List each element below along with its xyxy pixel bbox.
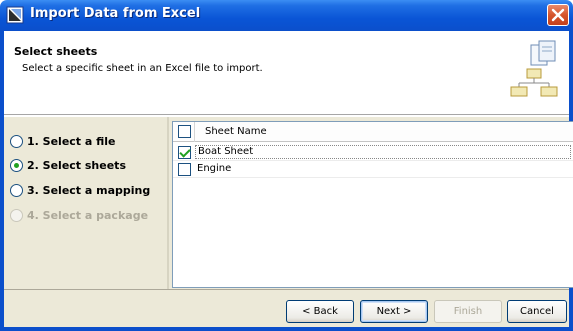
- step-label: 4. Select a package: [27, 209, 149, 222]
- title-bar[interactable]: Import Data from Excel: [0, 0, 573, 31]
- close-icon: [551, 8, 565, 22]
- step-select-mapping[interactable]: 3. Select a mapping: [10, 184, 150, 197]
- page-description: Select a specific sheet in an Excel file…: [22, 63, 263, 74]
- back-button[interactable]: < Back: [286, 300, 354, 323]
- step-select-sheets[interactable]: 2. Select sheets: [10, 159, 126, 172]
- finish-button[interactable]: Finish: [434, 300, 502, 323]
- next-button[interactable]: Next >: [360, 300, 428, 323]
- close-button[interactable]: [547, 4, 569, 26]
- sheet-name: Boat Sheet: [195, 145, 571, 159]
- step-select-file[interactable]: 1. Select a file: [10, 135, 116, 148]
- step-label: 1. Select a file: [27, 135, 116, 148]
- cancel-button[interactable]: Cancel: [507, 300, 567, 323]
- column-header-sheet-name[interactable]: Sheet Name: [205, 126, 267, 137]
- step-radio[interactable]: [10, 184, 23, 197]
- page-title: Select sheets: [14, 45, 98, 58]
- import-icon: [6, 6, 24, 24]
- row-checkbox[interactable]: [178, 163, 191, 176]
- row-checkbox[interactable]: [178, 146, 191, 159]
- sheet-name: Engine: [197, 163, 232, 174]
- table-row[interactable]: Boat Sheet: [173, 144, 573, 161]
- select-all-checkbox[interactable]: [178, 125, 191, 138]
- table-header: Sheet Name: [173, 122, 573, 142]
- wizard-header: Select sheets Select a specific sheet in…: [4, 31, 569, 115]
- wizard-steps: 1. Select a file 2. Select sheets 3. Sel…: [10, 118, 166, 286]
- step-label: 2. Select sheets: [27, 159, 126, 172]
- step-select-package: 4. Select a package: [10, 209, 148, 222]
- table-header-check-cell: [173, 122, 195, 142]
- step-radio[interactable]: [10, 159, 23, 172]
- panel-divider: [167, 117, 169, 289]
- window-title: Import Data from Excel: [30, 6, 201, 21]
- step-radio: [10, 209, 23, 222]
- step-label: 3. Select a mapping: [27, 184, 151, 197]
- window-frame-bottom: [0, 327, 573, 331]
- sheet-table[interactable]: Sheet Name Boat Sheet Engine: [172, 121, 573, 288]
- table-row[interactable]: Engine: [173, 161, 573, 178]
- sheet-hierarchy-icon: [510, 40, 558, 97]
- step-radio[interactable]: [10, 135, 23, 148]
